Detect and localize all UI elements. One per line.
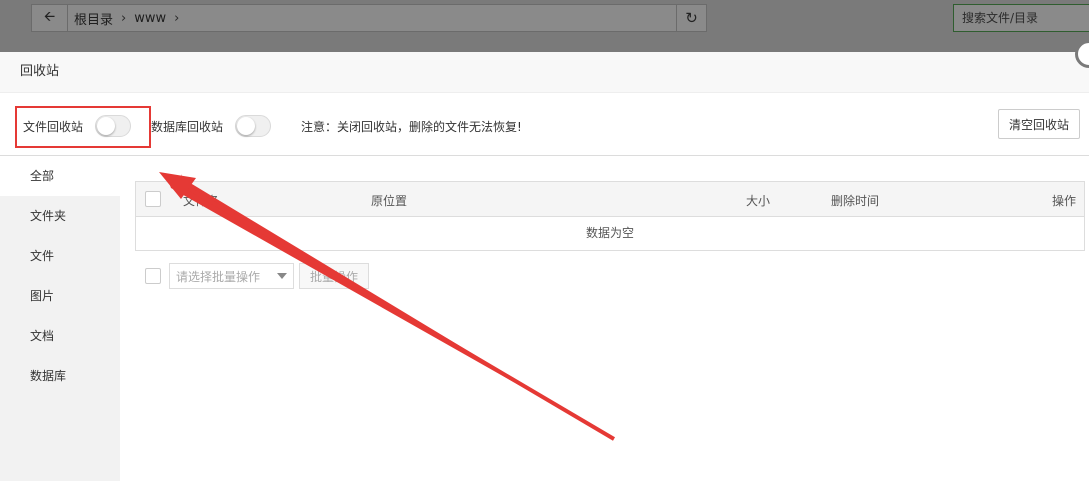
sidebar-item-databases[interactable]: 数据库 — [0, 356, 120, 396]
col-delete-time: 删除时间 — [831, 194, 880, 208]
batch-bar: 请选择批量操作 批量操作 — [145, 263, 369, 289]
back-arrow-icon[interactable]: 🡨 — [32, 5, 68, 31]
select-all-checkbox[interactable] — [145, 191, 161, 207]
recycle-table: 文件名 原位置 大小 删除时间 操作 数据为空 — [135, 181, 1085, 251]
recycle-bin-dialog: 回收站 文件回收站 数据库回收站 注意：关闭回收站，删除的文件无法恢复! 清空回… — [0, 40, 1089, 481]
breadcrumb-www[interactable]: www — [134, 11, 166, 26]
breadcrumb-root[interactable]: 根目录 — [74, 9, 113, 28]
col-size: 大小 — [746, 194, 771, 208]
dialog-title: 回收站 — [0, 52, 1089, 93]
warning-note: 注意：关闭回收站，删除的文件无法恢复! — [301, 120, 522, 134]
table-header: 文件名 原位置 大小 删除时间 操作 — [136, 182, 1084, 217]
col-original-location: 原位置 — [371, 194, 408, 208]
sidebar-item-files[interactable]: 文件 — [0, 236, 120, 276]
search-input[interactable]: 搜索文件/目录 — [953, 4, 1089, 32]
caret-down-icon — [277, 273, 287, 279]
sidebar-item-documents[interactable]: 文档 — [0, 316, 120, 356]
batch-action-button[interactable]: 批量操作 — [299, 263, 369, 289]
category-sidebar: 全部 文件夹 文件 图片 文档 数据库 — [0, 156, 120, 481]
db-recycle-option: 数据库回收站 — [151, 115, 272, 137]
batch-action-select[interactable]: 请选择批量操作 — [169, 263, 294, 289]
sidebar-item-all[interactable]: 全部 — [0, 156, 120, 196]
options-bar: 文件回收站 数据库回收站 注意：关闭回收站，删除的文件无法恢复! 清空回收站 — [0, 93, 1089, 156]
chevron-right-icon: › — [121, 10, 127, 26]
col-actions: 操作 — [1052, 194, 1077, 208]
clear-recycle-bin-button[interactable]: 清空回收站 — [998, 109, 1080, 139]
db-recycle-toggle[interactable] — [235, 115, 272, 137]
sidebar-item-images[interactable]: 图片 — [0, 276, 120, 316]
col-filename: 文件名 — [183, 194, 220, 208]
annotation-highlight-box — [15, 106, 151, 148]
chevron-right-icon: › — [174, 10, 180, 26]
empty-state: 数据为空 — [585, 226, 634, 240]
path-bar[interactable]: 🡨 根目录 › www › ↻ — [31, 4, 707, 32]
batch-checkbox[interactable] — [145, 268, 161, 284]
db-recycle-label: 数据库回收站 — [151, 119, 224, 134]
batch-select-placeholder: 请选择批量操作 — [176, 269, 261, 284]
refresh-icon[interactable]: ↻ — [676, 5, 706, 31]
file-manager-toolbar: 🡨 根目录 › www › ↻ 搜索文件/目录 — [0, 0, 1089, 52]
sidebar-item-folders[interactable]: 文件夹 — [0, 196, 120, 236]
